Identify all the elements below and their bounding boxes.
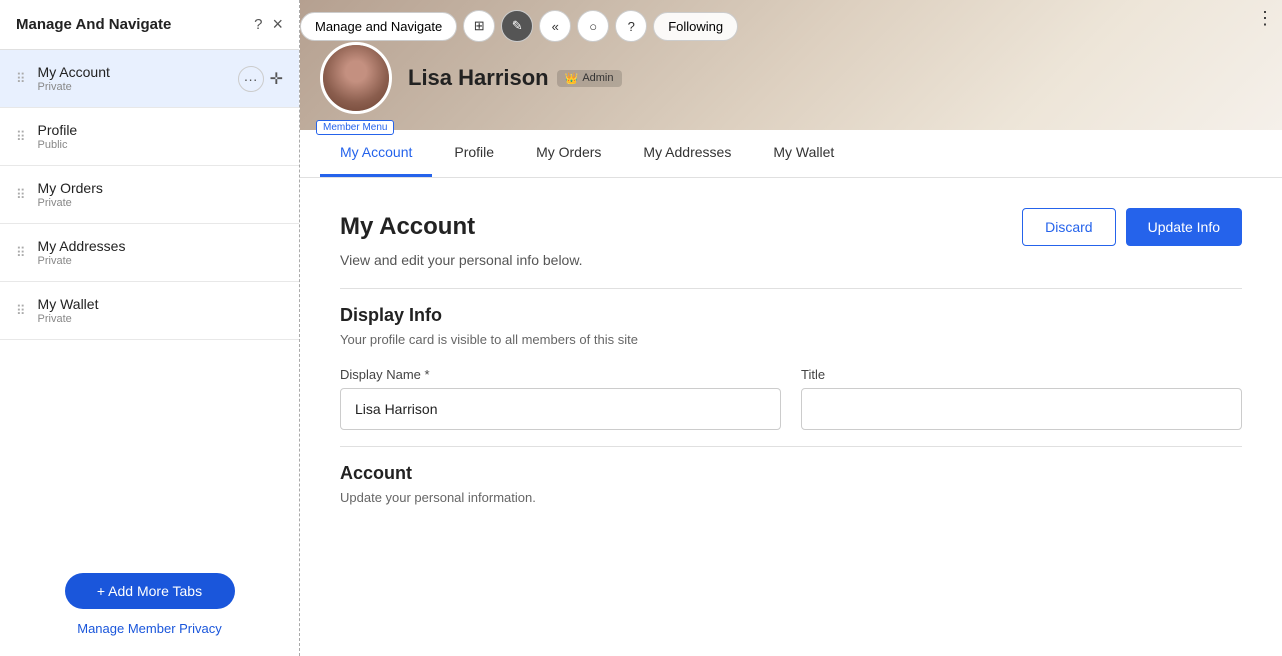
display-info-subtitle: Your profile card is visible to all memb…: [340, 332, 1242, 347]
update-info-button[interactable]: Update Info: [1126, 208, 1242, 246]
divider-2: [340, 446, 1242, 447]
item-text: My Wallet Private: [38, 296, 283, 325]
drag-handle-icon[interactable]: ⠿: [16, 245, 26, 261]
close-icon[interactable]: ×: [272, 14, 283, 35]
following-text: ollowing: [676, 19, 723, 34]
following-label: F: [668, 19, 676, 34]
add-tabs-button[interactable]: + Add More Tabs: [65, 573, 235, 609]
content-actions: Discard Update Info: [1022, 208, 1242, 246]
avatar-image: [323, 45, 389, 111]
profile-banner: Manage and Navigate ⊞ ✎ « ○ ? Following …: [300, 0, 1282, 130]
account-subtitle: Update your personal information.: [340, 490, 1242, 505]
panel-header: Manage And Navigate ? ×: [0, 0, 299, 50]
drag-handle-icon[interactable]: ⠿: [16, 71, 26, 87]
admin-badge: 👑 Admin: [557, 70, 622, 87]
crown-icon: 👑: [565, 72, 579, 85]
nav-items-list: ⠿ My Account Private ··· ✛ ⠿ Profile Pub…: [0, 50, 299, 553]
member-menu-bar: Member Menu My Account Profile My Orders…: [300, 130, 1282, 178]
move-icon[interactable]: ✛: [270, 69, 283, 89]
following-button[interactable]: Following: [653, 12, 738, 41]
display-name-label: Display Name *: [340, 367, 781, 382]
user-name: Lisa Harrison 👑 Admin: [408, 65, 1262, 91]
item-sublabel: Public: [38, 139, 283, 151]
tab-my-wallet[interactable]: My Wallet: [753, 130, 854, 177]
display-name-group: Display Name *: [340, 367, 781, 430]
banner-toolbar: Manage and Navigate ⊞ ✎ « ○ ? Following: [300, 10, 1266, 42]
pencil-icon-button[interactable]: ✎: [501, 10, 533, 42]
panel-header-icons: ? ×: [254, 14, 283, 35]
right-panel: Manage and Navigate ⊞ ✎ « ○ ? Following …: [300, 0, 1282, 656]
sidebar-item-my-addresses[interactable]: ⠿ My Addresses Private: [0, 224, 299, 282]
title-group: Title: [801, 367, 1242, 430]
item-label: My Account: [38, 64, 238, 80]
item-label: My Orders: [38, 180, 283, 196]
divider-1: [340, 288, 1242, 289]
back-icon-button[interactable]: «: [539, 10, 571, 42]
page-subtitle: View and edit your personal info below.: [340, 252, 1242, 268]
content-header: My Account Discard Update Info: [340, 208, 1242, 246]
item-sublabel: Private: [38, 313, 283, 325]
admin-label: Admin: [582, 72, 613, 84]
manage-navigate-button[interactable]: Manage and Navigate: [300, 12, 457, 41]
item-label: Profile: [38, 122, 283, 138]
member-menu-label: Member Menu: [316, 120, 394, 135]
drag-handle-icon[interactable]: ⠿: [16, 303, 26, 319]
tab-profile[interactable]: Profile: [434, 130, 514, 177]
display-name-row: Display Name * Title: [340, 367, 1242, 430]
main-content: My Account Discard Update Info View and …: [300, 178, 1282, 656]
item-sublabel: Private: [38, 81, 238, 93]
item-sublabel: Private: [38, 197, 283, 209]
left-panel: Manage And Navigate ? × ⠿ My Account Pri…: [0, 0, 300, 656]
account-title: Account: [340, 463, 1242, 484]
tab-my-account[interactable]: My Account: [320, 130, 432, 177]
title-label: Title: [801, 367, 1242, 382]
manage-privacy-link[interactable]: Manage Member Privacy: [16, 621, 283, 636]
discard-button[interactable]: Discard: [1022, 208, 1115, 246]
sidebar-item-my-wallet[interactable]: ⠿ My Wallet Private: [0, 282, 299, 340]
title-input[interactable]: [801, 388, 1242, 430]
item-text: Profile Public: [38, 122, 283, 151]
drag-handle-icon[interactable]: ⠿: [16, 187, 26, 203]
grid-icon-button[interactable]: ⊞: [463, 10, 495, 42]
user-info: Lisa Harrison 👑 Admin: [408, 65, 1262, 91]
item-options-icon[interactable]: ···: [238, 66, 264, 92]
tab-my-orders[interactable]: My Orders: [516, 130, 621, 177]
page-title: My Account: [340, 213, 475, 241]
sidebar-item-my-account[interactable]: ⠿ My Account Private ··· ✛: [0, 50, 299, 108]
display-name-input[interactable]: [340, 388, 781, 430]
help-icon[interactable]: ?: [254, 16, 262, 33]
user-name-text: Lisa Harrison: [408, 65, 549, 91]
item-text: My Addresses Private: [38, 238, 283, 267]
sidebar-item-profile[interactable]: ⠿ Profile Public: [0, 108, 299, 166]
help-icon-button[interactable]: ?: [615, 10, 647, 42]
banner-content: Lisa Harrison 👑 Admin: [320, 42, 1262, 114]
avatar: [320, 42, 392, 114]
item-label: My Addresses: [38, 238, 283, 254]
circle-icon-button[interactable]: ○: [577, 10, 609, 42]
item-label: My Wallet: [38, 296, 283, 312]
item-text: My Orders Private: [38, 180, 283, 209]
panel-title: Manage And Navigate: [16, 16, 171, 33]
panel-footer: + Add More Tabs Manage Member Privacy: [0, 553, 299, 656]
display-info-title: Display Info: [340, 305, 1242, 326]
drag-handle-icon[interactable]: ⠿: [16, 129, 26, 145]
sidebar-item-my-orders[interactable]: ⠿ My Orders Private: [0, 166, 299, 224]
tab-my-addresses[interactable]: My Addresses: [623, 130, 751, 177]
item-sublabel: Private: [38, 255, 283, 267]
item-text: My Account Private: [38, 64, 238, 93]
